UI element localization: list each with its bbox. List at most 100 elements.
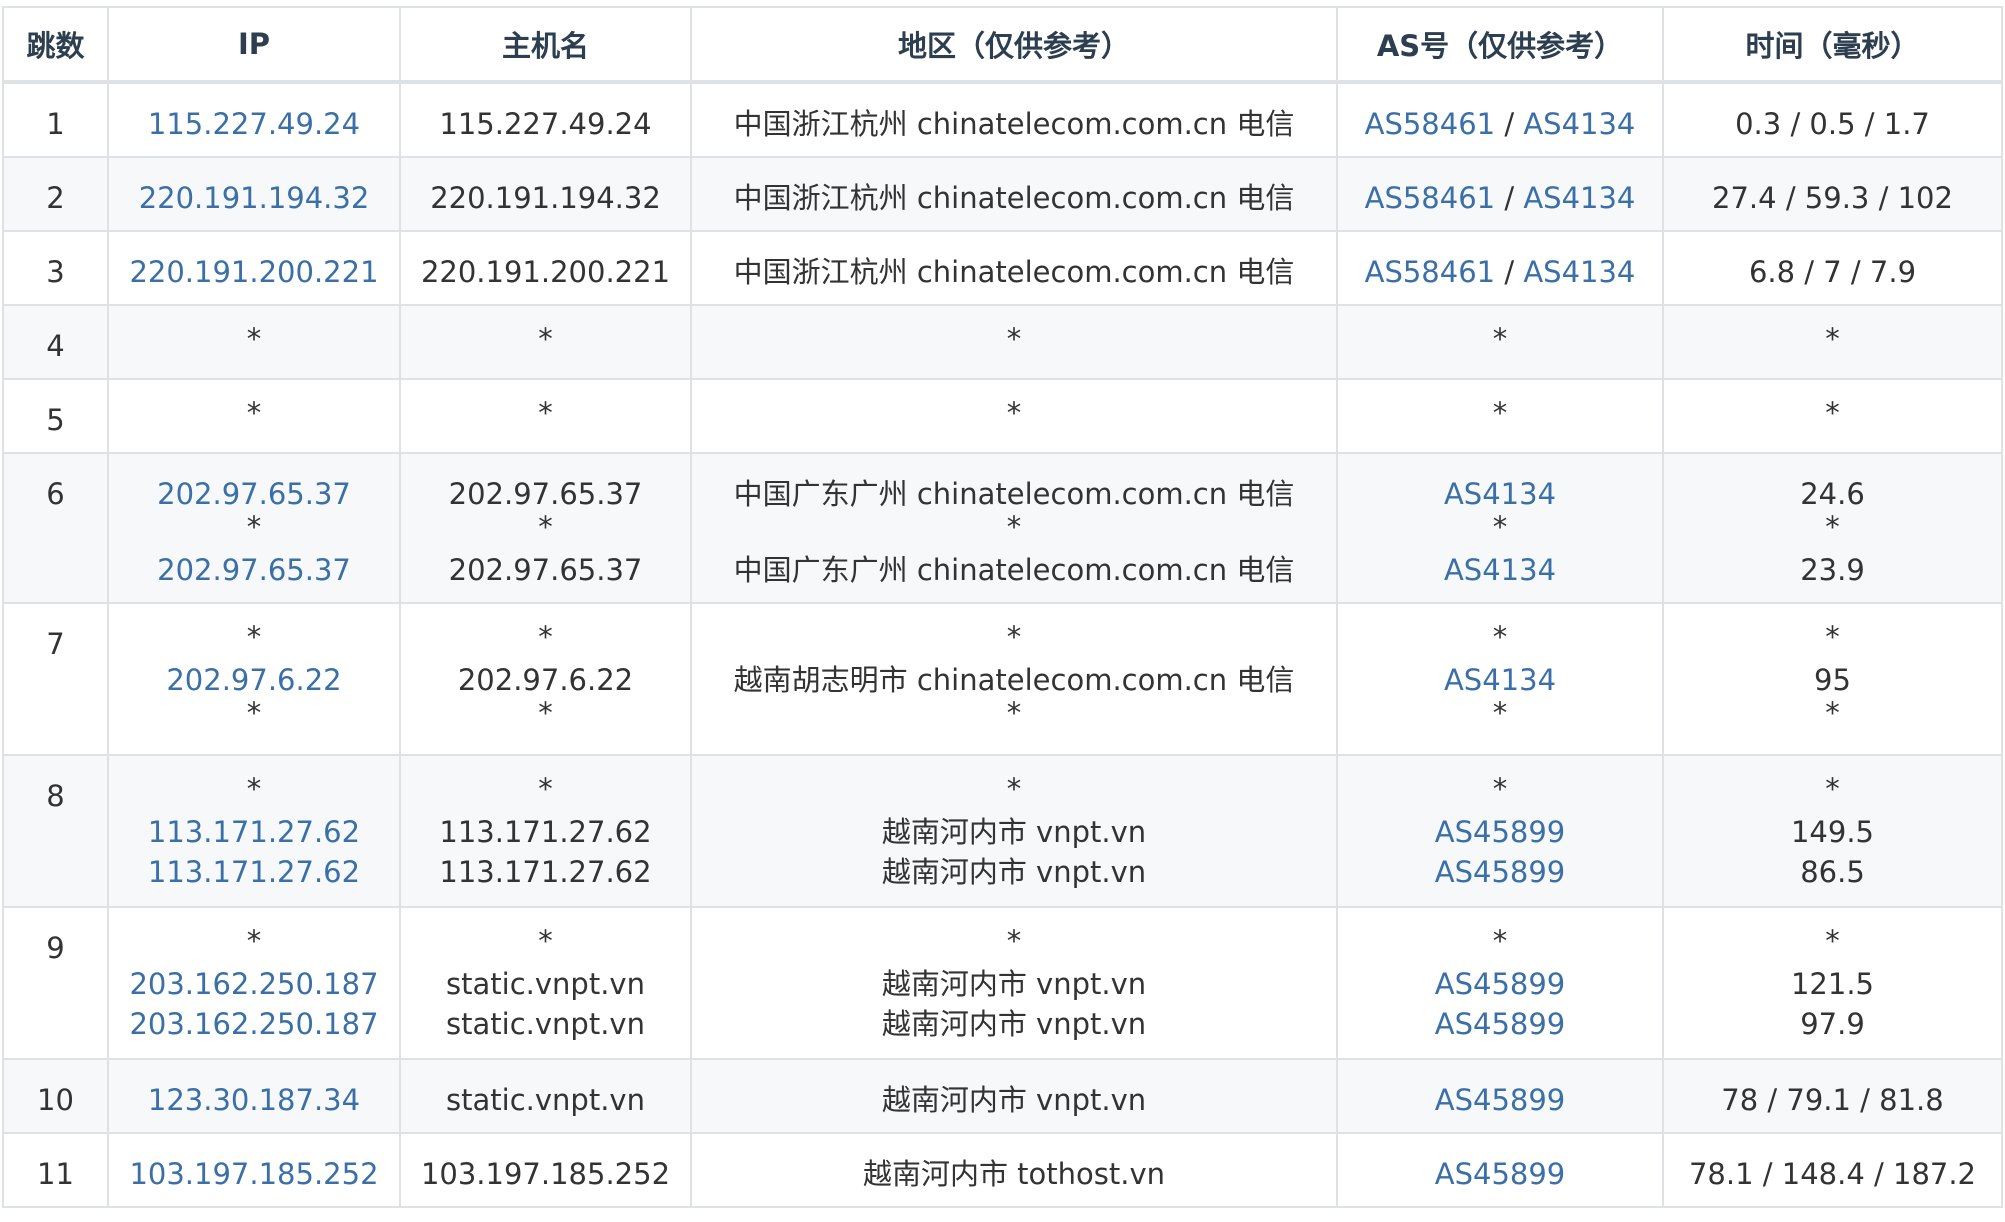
region-text: 越南河内市 vnpt.vn — [881, 967, 1147, 1001]
hostname-text: 202.97.6.22 — [457, 663, 634, 697]
region-cell: 中国浙江杭州 chinatelecom.com.cn 电信 — [690, 81, 1338, 158]
table-row: 10 123.30.187.34 static.vnpt.vn 越南河内市 vnpt.… — [2, 1058, 2003, 1134]
hop-number: 2 — [46, 181, 65, 215]
as-separator: / — [1495, 255, 1524, 289]
ip-line: * — [246, 772, 262, 806]
as-link[interactable]: AS4134 — [1444, 477, 1556, 511]
as-cell: * — [1336, 378, 1664, 454]
as-link[interactable]: AS58461 — [1365, 255, 1496, 289]
table-row: 3 220.191.200.221 220.191.200.221 中国浙江杭州 ch… — [2, 230, 2003, 306]
region-text: * — [1006, 924, 1022, 958]
time-text: 149.5 — [1790, 815, 1875, 849]
as-empty: * — [1492, 620, 1508, 654]
as-cell: AS58461 / AS4134 — [1336, 156, 1664, 232]
as-link[interactable]: AS58461 — [1365, 181, 1496, 215]
ip-link[interactable]: 115.227.49.24 — [148, 107, 360, 141]
as-line: AS45899 — [1338, 852, 1662, 892]
ip-link[interactable]: 220.191.194.32 — [139, 181, 370, 215]
ip-link[interactable]: 123.30.187.34 — [148, 1083, 360, 1117]
as-line: AS58461 / AS4134 — [1338, 252, 1662, 292]
ip-cell: * — [107, 378, 401, 454]
as-empty: * — [1492, 510, 1508, 544]
table-row: 7 * 202.97.6.22 * * 202.97.6.22 * * 越南胡志明市 china… — [2, 602, 2003, 756]
as-line: AS4134 — [1338, 660, 1662, 700]
ip-line: 103.197.185.252 — [109, 1154, 399, 1194]
traceroute-table: 跳数 IP 主机名 地区（仅供参考） AS号（仅供参考） 时间（毫秒） 1 115… — [2, 6, 2003, 1208]
ip-line: 202.97.65.37 — [109, 550, 399, 590]
ip-link[interactable]: 113.171.27.62 — [148, 815, 360, 849]
time-cell: 24.6 * 23.9 — [1662, 452, 2003, 604]
as-line: AS45899 — [1338, 964, 1662, 1004]
ip-link[interactable]: 202.97.65.37 — [157, 477, 351, 511]
time-cell: * 121.5 97.9 — [1662, 906, 2003, 1060]
as-link[interactable]: AS4134 — [1444, 553, 1556, 587]
region-text: 越南河内市 vnpt.vn — [881, 1007, 1147, 1041]
header-as-number: AS号（仅供参考） — [1336, 6, 1664, 84]
hop-number: 7 — [46, 627, 65, 661]
as-line: AS4134 — [1338, 550, 1662, 590]
region-text: 越南河内市 vnpt.vn — [881, 815, 1147, 849]
as-link[interactable]: AS4134 — [1444, 663, 1556, 697]
as-link[interactable]: AS4134 — [1523, 107, 1635, 141]
as-link[interactable]: AS45899 — [1435, 967, 1566, 1001]
as-link[interactable]: AS58461 — [1365, 107, 1496, 141]
region-text: * — [1006, 620, 1022, 654]
header-hostname: 主机名 — [399, 6, 692, 84]
ip-link[interactable]: 103.197.185.252 — [129, 1157, 378, 1191]
as-line: AS45899 — [1338, 1080, 1662, 1120]
region-cell: * 越南胡志明市 chinatelecom.com.cn 电信 * — [690, 602, 1338, 756]
as-link[interactable]: AS45899 — [1435, 1007, 1566, 1041]
hostname-text: static.vnpt.vn — [446, 1007, 645, 1041]
ip-line: * — [246, 322, 262, 356]
as-link[interactable]: AS4134 — [1523, 181, 1635, 215]
ip-link[interactable]: 203.162.250.187 — [129, 967, 378, 1001]
ip-link[interactable]: 203.162.250.187 — [129, 1007, 378, 1041]
header-ip: IP — [107, 6, 401, 84]
hostname-text: 103.197.185.252 — [420, 1157, 671, 1191]
time-text: 24.6 — [1800, 477, 1865, 511]
hostname-text: 202.97.65.37 — [448, 553, 643, 587]
ip-link[interactable]: 220.191.200.221 — [129, 255, 378, 289]
as-link[interactable]: AS45899 — [1435, 855, 1566, 889]
ip-line: 115.227.49.24 — [109, 104, 399, 144]
as-line: * — [1338, 325, 1662, 362]
ip-line: * — [246, 510, 262, 544]
time-text: 0.3 / 0.5 / 1.7 — [1735, 107, 1930, 141]
as-empty: * — [1492, 772, 1508, 806]
ip-line: 203.162.250.187 — [109, 964, 399, 1004]
hop-number: 3 — [46, 255, 65, 289]
region-text: * — [1006, 322, 1022, 356]
hostname-cell: 103.197.185.252 — [399, 1132, 692, 1208]
as-line: AS4134 — [1338, 474, 1662, 514]
region-text: * — [1006, 772, 1022, 806]
ip-link[interactable]: 202.97.65.37 — [157, 553, 351, 587]
as-link[interactable]: AS4134 — [1523, 255, 1635, 289]
ip-line: 203.162.250.187 — [109, 1004, 399, 1044]
region-text: * — [1006, 696, 1022, 730]
region-cell: 中国浙江杭州 chinatelecom.com.cn 电信 — [690, 230, 1338, 306]
time-text: 97.9 — [1800, 1007, 1865, 1041]
region-text: 中国浙江杭州 chinatelecom.com.cn 电信 — [733, 107, 1295, 141]
hostname-cell: * — [399, 378, 692, 454]
hop-cell: 8 — [2, 754, 109, 908]
hop-number: 4 — [46, 329, 65, 363]
ip-link[interactable]: 202.97.6.22 — [166, 663, 341, 697]
region-text: 越南胡志明市 chinatelecom.com.cn 电信 — [733, 663, 1295, 697]
as-link[interactable]: AS45899 — [1435, 1083, 1566, 1117]
region-text: 中国广东广州 chinatelecom.com.cn 电信 — [733, 553, 1295, 587]
header-region: 地区（仅供参考） — [690, 6, 1338, 84]
ip-line: 123.30.187.34 — [109, 1080, 399, 1120]
hostname-cell: * — [399, 304, 692, 380]
as-link[interactable]: AS45899 — [1435, 815, 1566, 849]
table-row: 4 * * * * * — [2, 304, 2003, 380]
time-text: 78 / 79.1 / 81.8 — [1721, 1083, 1944, 1117]
hostname-cell: static.vnpt.vn — [399, 1058, 692, 1134]
region-text: 越南河内市 vnpt.vn — [881, 1083, 1147, 1117]
as-link[interactable]: AS45899 — [1435, 1157, 1566, 1191]
as-cell: AS45899 — [1336, 1058, 1664, 1134]
time-text: 121.5 — [1790, 967, 1875, 1001]
ip-link[interactable]: 113.171.27.62 — [148, 855, 360, 889]
ip-line: 113.171.27.62 — [109, 812, 399, 852]
ip-cell: * 202.97.6.22 * — [107, 602, 401, 756]
time-text: 6.8 / 7 / 7.9 — [1748, 255, 1917, 289]
